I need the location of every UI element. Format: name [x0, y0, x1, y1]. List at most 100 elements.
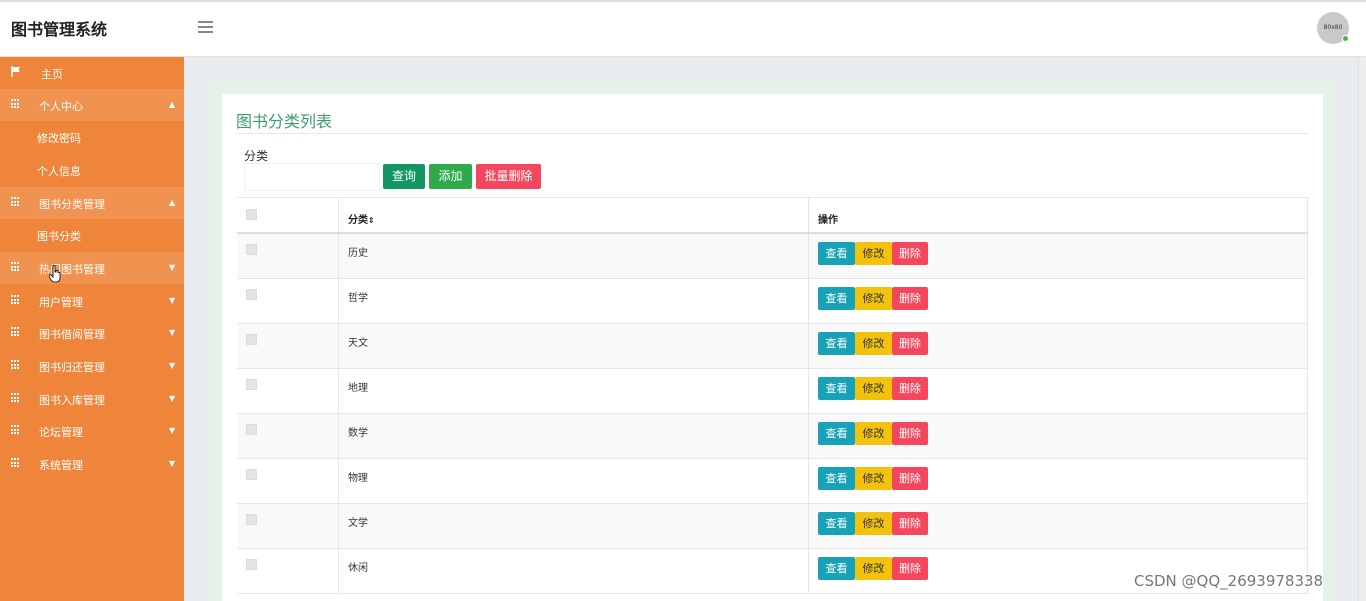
row-check-cell — [237, 504, 338, 548]
edit-button[interactable]: 修改 — [855, 287, 892, 310]
avatar-text: 80x80 — [1323, 24, 1343, 31]
delete-button[interactable]: 删除 — [892, 377, 928, 400]
sidebar: 主页 个人中心 ▲ 修改密码 个人信息 图书分类管理 ▲ 图书分类 热门图书管理… — [0, 57, 184, 601]
delete-button[interactable]: 删除 — [892, 242, 928, 265]
row-category-cell: 天文 — [338, 324, 808, 368]
grid-icon — [11, 262, 21, 272]
view-button[interactable]: 查看 — [818, 332, 855, 355]
page-scrollbar[interactable] — [1358, 57, 1366, 601]
menu-toggle-icon[interactable] — [198, 21, 213, 34]
view-button[interactable]: 查看 — [818, 377, 855, 400]
row-checkbox[interactable] — [246, 244, 257, 255]
sidebar-item-label: 论坛管理 — [39, 426, 83, 439]
sidebar-item-label: 主页 — [41, 68, 63, 81]
view-button[interactable]: 查看 — [818, 287, 855, 310]
sidebar-item-category-management[interactable]: 图书分类管理 ▲ — [0, 187, 184, 219]
row-checkbox[interactable] — [246, 289, 257, 300]
sidebar-item-system[interactable]: 系统管理 ▼ — [0, 448, 184, 480]
batch-delete-button[interactable]: 批量删除 — [476, 164, 541, 189]
row-checkbox[interactable] — [246, 334, 257, 345]
category-name: 哲学 — [348, 293, 368, 304]
sidebar-item-label: 修改密码 — [37, 132, 81, 145]
sidebar-item-personal-info[interactable]: 个人信息 — [0, 154, 184, 186]
select-all-checkbox[interactable] — [246, 209, 257, 220]
row-check-cell — [237, 369, 338, 413]
row-check-cell — [237, 459, 338, 503]
delete-button[interactable]: 删除 — [892, 287, 928, 310]
edit-button[interactable]: 修改 — [855, 467, 892, 490]
chevron-up-icon: ▲ — [169, 198, 176, 207]
delete-button[interactable]: 删除 — [892, 512, 928, 535]
row-check-cell — [237, 234, 338, 278]
row-operations-cell: 查看 修改 删除 — [808, 504, 1308, 548]
sidebar-item-label: 图书入库管理 — [39, 394, 105, 407]
category-name: 数学 — [348, 428, 368, 439]
sidebar-item-change-password[interactable]: 修改密码 — [0, 121, 184, 153]
row-checkbox[interactable] — [246, 514, 257, 525]
sidebar-item-borrow[interactable]: 图书借阅管理 ▼ — [0, 317, 184, 349]
edit-button[interactable]: 修改 — [855, 422, 892, 445]
app-title: 图书管理系统 — [11, 20, 108, 39]
row-checkbox[interactable] — [246, 559, 257, 570]
delete-button[interactable]: 删除 — [892, 332, 928, 355]
row-category-cell: 休闲 — [338, 549, 808, 593]
sidebar-item-hot-books[interactable]: 热门图书管理 ▼ — [0, 252, 184, 284]
grid-icon — [11, 99, 21, 109]
view-button[interactable]: 查看 — [818, 242, 855, 265]
edit-button[interactable]: 修改 — [855, 332, 892, 355]
sidebar-item-return[interactable]: 图书归还管理 ▼ — [0, 350, 184, 382]
view-button[interactable]: 查看 — [818, 422, 855, 445]
sidebar-item-personal-center[interactable]: 个人中心 ▲ — [0, 89, 184, 121]
row-check-cell — [237, 414, 338, 458]
chevron-down-icon: ▼ — [169, 328, 176, 337]
row-checkbox[interactable] — [246, 469, 257, 480]
mouse-cursor-icon — [49, 265, 61, 283]
row-category-cell: 地理 — [338, 369, 808, 413]
sidebar-item-label: 用户管理 — [39, 296, 83, 309]
title-divider — [236, 133, 1308, 134]
category-name: 地理 — [348, 383, 368, 394]
operations-header-label: 操作 — [818, 215, 838, 226]
sidebar-item-book-category[interactable]: 图书分类 — [0, 219, 184, 251]
sidebar-item-label: 系统管理 — [39, 459, 83, 472]
delete-button[interactable]: 删除 — [892, 467, 928, 490]
header-check-cell — [237, 198, 338, 232]
row-check-cell — [237, 549, 338, 593]
category-header-label: 分类 — [348, 215, 368, 226]
search-button[interactable]: 查询 — [383, 164, 425, 189]
category-search-input[interactable] — [244, 163, 380, 191]
sidebar-item-label: 个人信息 — [37, 165, 81, 178]
edit-button[interactable]: 修改 — [855, 557, 892, 580]
sidebar-item-label: 图书借阅管理 — [39, 328, 105, 341]
table-row: 历史 查看 修改 删除 — [237, 234, 1308, 279]
sidebar-item-home[interactable]: 主页 — [0, 57, 184, 89]
view-button[interactable]: 查看 — [818, 512, 855, 535]
sort-icon[interactable]: ⇕ — [368, 216, 375, 225]
edit-button[interactable]: 修改 — [855, 242, 892, 265]
header-category-cell[interactable]: 分类⇕ — [338, 198, 808, 232]
avatar[interactable]: 80x80 — [1317, 12, 1349, 44]
edit-button[interactable]: 修改 — [855, 377, 892, 400]
category-name: 天文 — [348, 338, 368, 349]
table-row: 数学 查看 修改 删除 — [237, 414, 1308, 459]
table-row: 地理 查看 修改 删除 — [237, 369, 1308, 414]
table-row: 文学 查看 修改 删除 — [237, 504, 1308, 549]
chevron-down-icon: ▼ — [169, 263, 176, 272]
delete-button[interactable]: 删除 — [892, 422, 928, 445]
sidebar-item-stock-in[interactable]: 图书入库管理 ▼ — [0, 383, 184, 415]
sidebar-item-users[interactable]: 用户管理 ▼ — [0, 285, 184, 317]
row-operations-cell: 查看 修改 删除 — [808, 414, 1308, 458]
sidebar-item-label: 图书分类 — [37, 230, 81, 243]
row-checkbox[interactable] — [246, 424, 257, 435]
sidebar-item-forum[interactable]: 论坛管理 ▼ — [0, 415, 184, 447]
grid-icon — [11, 197, 21, 207]
delete-button[interactable]: 删除 — [892, 557, 928, 580]
row-check-cell — [237, 279, 338, 323]
view-button[interactable]: 查看 — [818, 557, 855, 580]
category-name: 文学 — [348, 518, 368, 529]
add-button[interactable]: 添加 — [429, 164, 472, 189]
grid-icon — [11, 327, 21, 337]
row-checkbox[interactable] — [246, 379, 257, 390]
view-button[interactable]: 查看 — [818, 467, 855, 490]
edit-button[interactable]: 修改 — [855, 512, 892, 535]
